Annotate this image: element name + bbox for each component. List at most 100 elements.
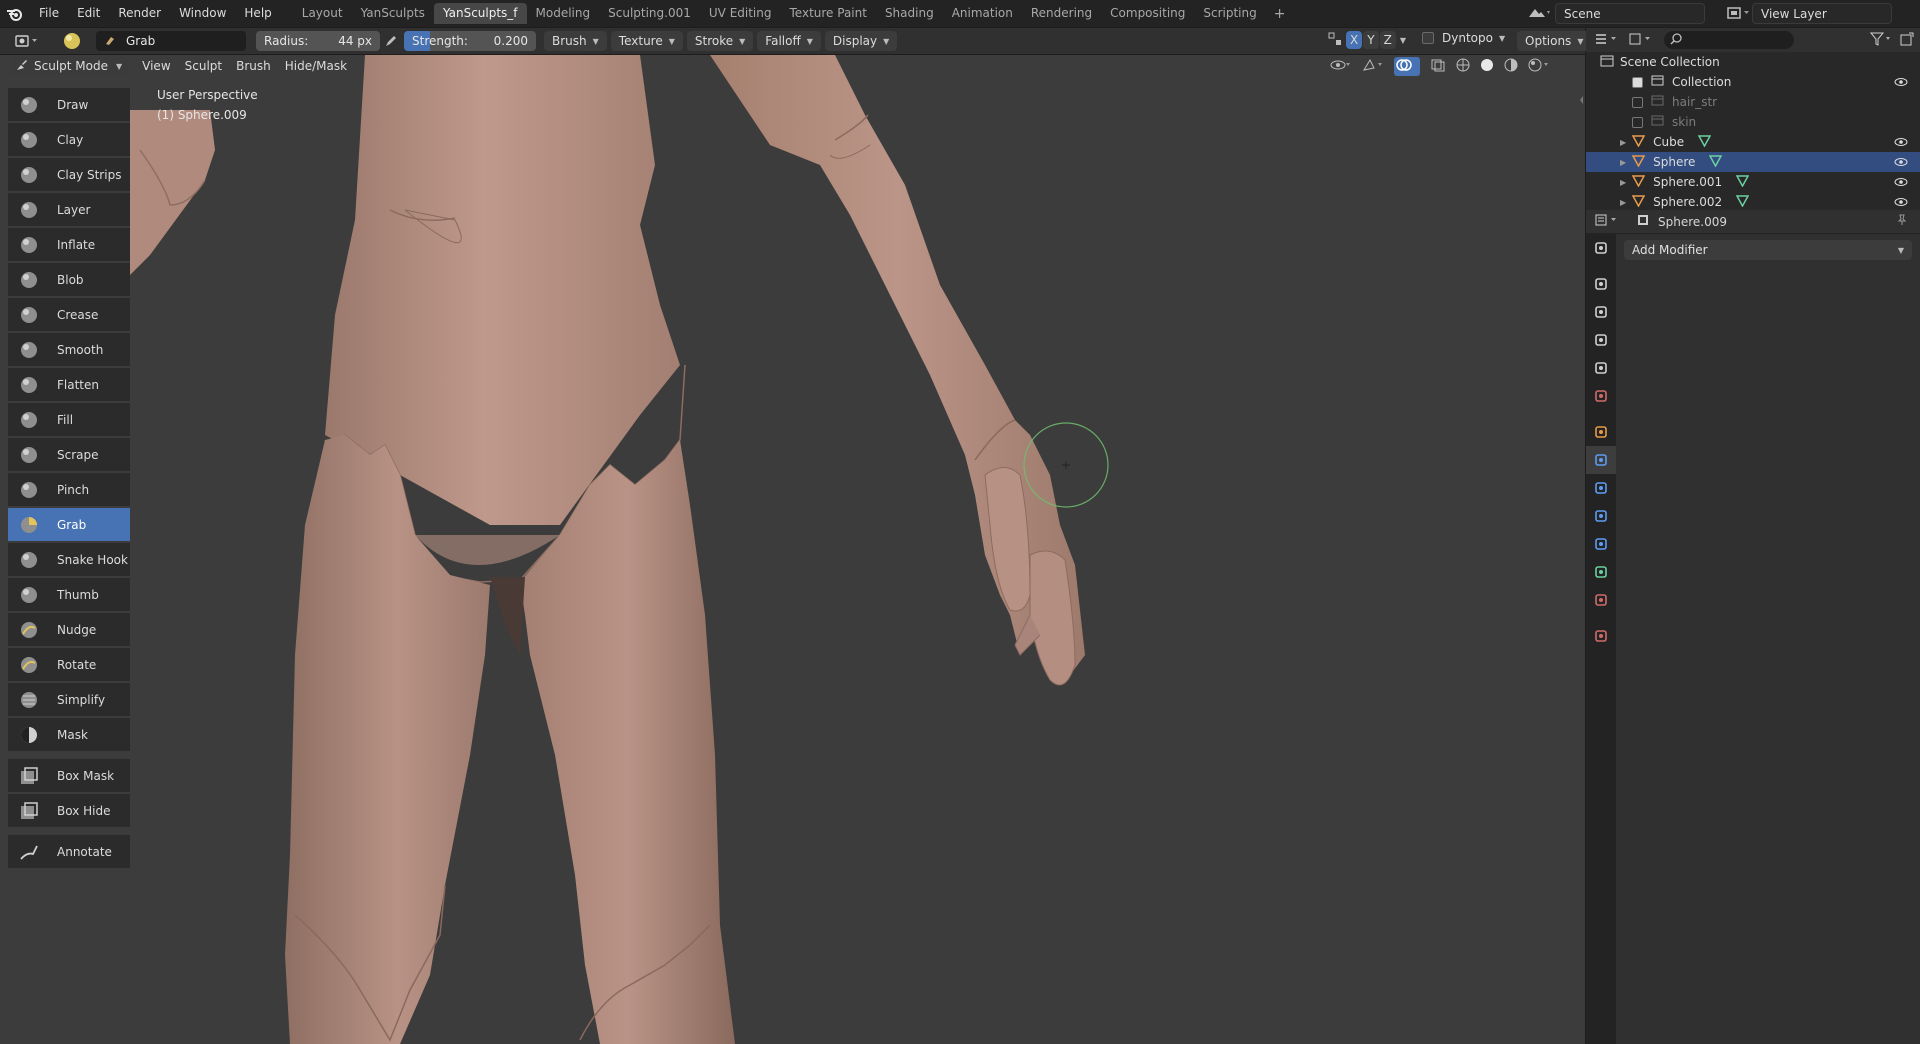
tab-rendering[interactable]: Rendering [1022, 3, 1101, 24]
modifier-icon[interactable] [1586, 446, 1616, 474]
tool-draw[interactable]: Draw [8, 88, 130, 121]
eye-icon[interactable] [1894, 196, 1908, 211]
tab-animation[interactable]: Animation [943, 3, 1022, 24]
tool-mask[interactable]: Mask [8, 718, 130, 751]
expand-arrow-icon[interactable]: ▶ [1620, 158, 1626, 167]
tool-pinch[interactable]: Pinch [8, 473, 130, 506]
eye-icon[interactable] [1894, 136, 1908, 151]
output-icon[interactable] [1586, 298, 1616, 326]
brush-name-field[interactable]: Grab [96, 31, 246, 51]
tool-crease[interactable]: Crease [8, 298, 130, 331]
brush-dropdown[interactable]: Brush ▼ [544, 31, 607, 51]
world-icon[interactable] [1586, 382, 1616, 410]
material-icon[interactable] [1586, 586, 1616, 614]
blender-logo-icon[interactable] [0, 0, 30, 27]
mesh-data-icon[interactable] [1735, 194, 1750, 210]
brush-preview-icon[interactable] [54, 31, 90, 51]
texture-icon[interactable] [1586, 622, 1616, 650]
tool-layer[interactable]: Layer [8, 193, 130, 226]
checkbox-icon[interactable] [1632, 96, 1643, 108]
tool-blob[interactable]: Blob [8, 263, 130, 296]
properties-editor-icon[interactable] [1594, 213, 1620, 230]
mesh-data-icon[interactable] [1697, 134, 1712, 150]
render-icon[interactable] [1586, 270, 1616, 298]
expand-arrow-icon[interactable]: ▶ [1620, 178, 1626, 187]
symmetry-y-toggle[interactable]: Y [1363, 31, 1379, 49]
tab-yansculpts-f[interactable]: YanSculpts_f [433, 3, 527, 24]
view-layer-icon[interactable] [1586, 326, 1616, 354]
scene-icon[interactable] [1527, 5, 1551, 24]
tab-yansculpts[interactable]: YanSculpts [352, 3, 434, 24]
outliner-row[interactable]: skin [1586, 112, 1920, 132]
chevron-down-icon[interactable]: ▼ [1400, 36, 1406, 45]
tab-uv-editing[interactable]: UV Editing [700, 3, 781, 24]
tool-rotate[interactable]: Rotate [8, 648, 130, 681]
tool-nudge[interactable]: Nudge [8, 613, 130, 646]
symmetry-icon[interactable] [1328, 32, 1342, 49]
tool-icon[interactable] [1586, 234, 1616, 262]
mode-selector[interactable]: Sculpt Mode ▼ [10, 57, 129, 75]
expand-arrow-icon[interactable]: ▶ [1620, 138, 1626, 147]
mesh-data-icon[interactable] [1709, 154, 1723, 170]
tab-sculpting-001[interactable]: Sculpting.001 [599, 3, 700, 24]
object-icon[interactable] [1586, 418, 1616, 446]
tab-layout[interactable]: Layout [293, 3, 352, 24]
radius-field[interactable]: Radius: 44 px [256, 31, 380, 51]
particles-icon[interactable] [1586, 474, 1616, 502]
menu-brush[interactable]: Brush [230, 57, 277, 75]
menu-view[interactable]: View [136, 57, 177, 75]
data-icon[interactable] [1586, 558, 1616, 586]
outliner-row[interactable]: ▶ Sphere [1586, 152, 1920, 172]
view-layer-selector[interactable]: View Layer [1752, 3, 1892, 24]
outliner-scene-collection[interactable]: Scene Collection [1586, 52, 1920, 72]
outliner-row[interactable]: hair_str [1586, 92, 1920, 112]
tool-inflate[interactable]: Inflate [8, 228, 130, 261]
outliner-search-input[interactable] [1664, 31, 1794, 49]
tool-annotate[interactable]: Annotate [8, 835, 130, 868]
3d-viewport[interactable]: User Perspective (1) Sphere.009 [0, 55, 1585, 1044]
display-mode-icon[interactable] [1628, 32, 1654, 49]
strength-field[interactable]: Strength: 0.200 [404, 31, 536, 51]
tab-compositing[interactable]: Compositing [1101, 3, 1194, 24]
tool-smooth[interactable]: Smooth [8, 333, 130, 366]
menu-hide-mask[interactable]: Hide/Mask [278, 57, 354, 75]
menu-sculpt[interactable]: Sculpt [178, 57, 229, 75]
view-layer-icon[interactable] [1726, 5, 1750, 24]
display-dropdown[interactable]: Display ▼ [824, 31, 898, 51]
tool-grab[interactable]: Grab [8, 508, 130, 541]
menu-help[interactable]: Help [235, 0, 280, 27]
expand-arrow-icon[interactable]: ▶ [1620, 198, 1626, 207]
tool-clay[interactable]: Clay [8, 123, 130, 156]
tab-shading[interactable]: Shading [876, 3, 943, 24]
pen-pressure-icon[interactable] [380, 31, 402, 51]
add-modifier-dropdown[interactable]: Add Modifier ▼ [1624, 240, 1912, 260]
menu-render[interactable]: Render [109, 0, 170, 27]
tool-clay-strips[interactable]: Clay Strips [8, 158, 130, 191]
tool-simplify[interactable]: Simplify [8, 683, 130, 716]
pin-icon[interactable] [1896, 214, 1908, 229]
tool-fill[interactable]: Fill [8, 403, 130, 436]
texture-dropdown[interactable]: Texture ▼ [610, 31, 683, 51]
checkbox-checked-icon[interactable] [1632, 76, 1643, 88]
tab-texture-paint[interactable]: Texture Paint [781, 3, 876, 24]
outliner-editor-icon[interactable] [1594, 32, 1620, 49]
scene-selector[interactable]: Scene [1555, 3, 1705, 24]
tool-box-hide[interactable]: Box Hide [8, 794, 130, 827]
outliner-row[interactable]: Collection [1586, 72, 1920, 92]
filter-icon[interactable] [1869, 32, 1892, 49]
menu-edit[interactable]: Edit [68, 0, 109, 27]
dyntopo-checkbox[interactable] [1422, 32, 1434, 44]
mesh-data-icon[interactable] [1735, 174, 1750, 190]
add-workspace-button[interactable]: + [1266, 6, 1294, 22]
physics-icon[interactable] [1586, 502, 1616, 530]
scene-icon[interactable] [1586, 354, 1616, 382]
chevron-down-icon[interactable]: ▼ [1499, 34, 1505, 43]
dyntopo-label[interactable]: Dyntopo [1442, 31, 1493, 45]
menu-file[interactable]: File [30, 0, 68, 27]
tab-scripting[interactable]: Scripting [1194, 3, 1265, 24]
tool-scrape[interactable]: Scrape [8, 438, 130, 471]
tab-modeling[interactable]: Modeling [527, 3, 600, 24]
eye-icon[interactable] [1894, 76, 1908, 91]
constraints-icon[interactable] [1586, 530, 1616, 558]
tool-thumb[interactable]: Thumb [8, 578, 130, 611]
